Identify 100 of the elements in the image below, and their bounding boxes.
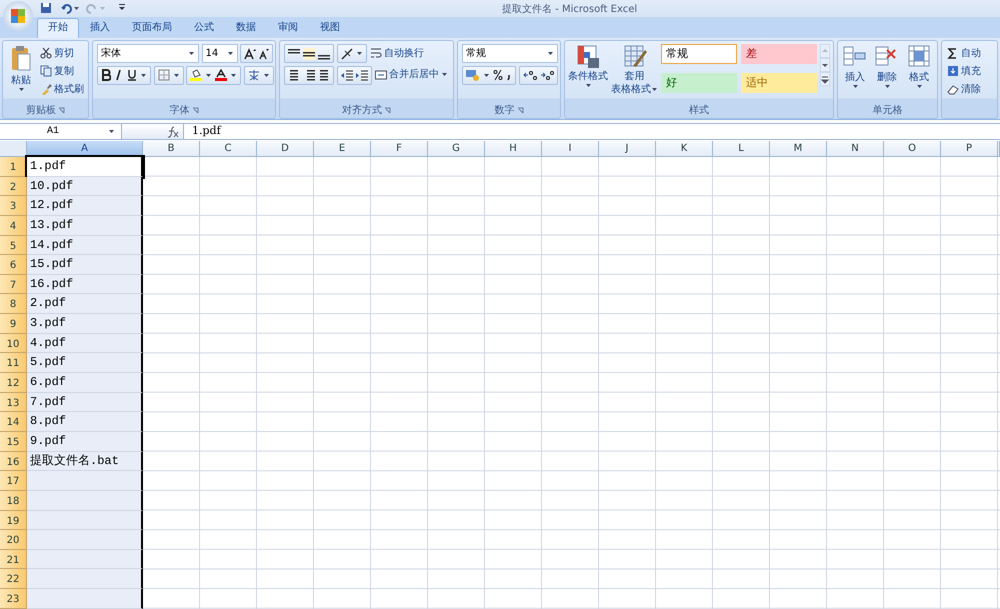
table-cell[interactable]: 15.pdf — [27, 255, 143, 275]
row-header[interactable]: 10 — [0, 334, 27, 354]
row-header[interactable]: 23 — [0, 589, 27, 609]
column-header[interactable]: D — [257, 141, 314, 157]
ribbon-tab[interactable]: 视图 — [309, 18, 351, 38]
align-right-icon[interactable] — [318, 69, 330, 81]
number-format-field[interactable]: 常规 — [462, 44, 558, 63]
row-header[interactable]: 12 — [0, 373, 27, 393]
row-header[interactable]: 21 — [0, 550, 27, 570]
row-header[interactable]: 6 — [0, 255, 27, 275]
table-cell[interactable]: 4.pdf — [27, 334, 143, 354]
row-header[interactable]: 20 — [0, 530, 27, 550]
row-header[interactable]: 4 — [0, 216, 27, 236]
table-cell[interactable] — [27, 550, 143, 570]
column-header[interactable]: B — [143, 141, 200, 157]
column-header[interactable]: E — [314, 141, 371, 157]
table-cell[interactable]: 8.pdf — [27, 412, 143, 432]
column-header[interactable]: F — [371, 141, 428, 157]
ribbon-tab[interactable]: 页面布局 — [121, 18, 183, 38]
currency-icon[interactable] — [466, 69, 480, 81]
ribbon-tab[interactable]: 数据 — [225, 18, 267, 38]
table-cell[interactable] — [27, 569, 143, 590]
table-cell[interactable]: 14.pdf — [27, 236, 143, 256]
column-header[interactable]: N — [827, 141, 884, 157]
table-cell[interactable]: 13.pdf — [27, 216, 143, 236]
function-icon[interactable] — [167, 126, 179, 138]
row-header[interactable]: 13 — [0, 392, 27, 412]
shrink-font-icon[interactable] — [259, 48, 269, 60]
ribbon-tab[interactable]: 审阅 — [267, 18, 309, 38]
cell-style-swatch[interactable]: 适中 — [741, 73, 817, 93]
table-cell[interactable]: 12.pdf — [27, 196, 143, 216]
row-header[interactable]: 9 — [0, 314, 27, 334]
table-cell[interactable]: 10.pdf — [27, 176, 143, 196]
merge-center-button[interactable]: 合并后居中 — [374, 66, 449, 84]
toolbar-button[interactable]: 格式刷 — [39, 80, 85, 98]
row-header[interactable]: 16 — [0, 452, 27, 472]
underline-icon[interactable] — [127, 69, 137, 81]
row-header[interactable]: 19 — [0, 510, 27, 530]
row-header[interactable]: 5 — [0, 236, 27, 256]
increase-indent-icon[interactable] — [356, 69, 368, 81]
cells-button[interactable]: 删除 — [872, 44, 902, 100]
row-header[interactable]: 2 — [0, 176, 27, 196]
column-header[interactable]: P — [941, 141, 998, 157]
row-header[interactable]: 15 — [0, 432, 27, 452]
dialog-launcher-icon[interactable] — [192, 107, 199, 114]
decrease-decimal-icon[interactable] — [540, 69, 554, 81]
undo-icon[interactable] — [60, 2, 80, 14]
column-header[interactable]: L — [713, 141, 770, 157]
percent-icon[interactable] — [493, 69, 503, 81]
font-name-field[interactable]: 宋体 — [97, 44, 199, 63]
table-cell[interactable] — [27, 589, 143, 609]
align-middle-icon[interactable] — [303, 48, 315, 60]
font-size-field[interactable]: 14 — [202, 44, 238, 63]
conditional-format-button[interactable]: 条件格式 — [568, 44, 608, 100]
increase-decimal-icon[interactable] — [522, 69, 536, 81]
paste-button[interactable]: 粘贴 — [7, 44, 35, 100]
dialog-launcher-icon[interactable] — [384, 107, 392, 114]
bold-icon[interactable] — [101, 69, 111, 81]
save-icon[interactable] — [40, 2, 52, 14]
table-cell[interactable]: 3.pdf — [27, 314, 143, 334]
format-table-button[interactable]: 套用 表格格式 — [611, 44, 658, 100]
column-header[interactable]: H — [485, 141, 542, 157]
column-header[interactable]: G — [428, 141, 485, 157]
toolbar-button[interactable]: 清除 — [946, 80, 982, 98]
formula-text[interactable]: 1.pdf — [184, 123, 221, 140]
cells-button[interactable]: 格式 — [904, 44, 934, 100]
scroll-down-icon[interactable] — [820, 58, 830, 72]
orientation-icon[interactable] — [340, 48, 352, 60]
dialog-launcher-icon[interactable] — [58, 107, 66, 114]
table-cell[interactable]: 5.pdf — [27, 353, 143, 374]
grow-font-icon[interactable] — [244, 48, 256, 60]
row-header[interactable]: 17 — [0, 471, 27, 491]
phonetic-icon[interactable] — [248, 69, 260, 81]
row-header[interactable]: 14 — [0, 412, 27, 432]
table-cell[interactable]: 1.pdf — [27, 157, 143, 177]
ribbon-tab[interactable]: 开始 — [37, 18, 79, 38]
cell-style-swatch[interactable]: 常规 — [661, 44, 737, 64]
toolbar-button[interactable]: 自动 — [946, 44, 982, 62]
row-header[interactable]: 18 — [0, 490, 27, 511]
ribbon-tab[interactable]: 插入 — [79, 18, 121, 38]
table-cell[interactable] — [27, 530, 143, 550]
column-header[interactable]: I — [542, 141, 599, 157]
cell-style-swatch[interactable]: 好 — [661, 73, 737, 93]
table-cell[interactable]: 16.pdf — [27, 274, 143, 294]
table-cell[interactable]: 9.pdf — [27, 432, 143, 452]
table-cell[interactable]: 7.pdf — [27, 392, 143, 412]
decrease-indent-icon[interactable] — [340, 69, 352, 81]
column-header[interactable]: K — [656, 141, 713, 157]
cell-style-swatch[interactable]: 差 — [741, 44, 817, 64]
wrap-text-button[interactable]: 自动换行 — [369, 44, 425, 62]
column-header[interactable]: J — [599, 141, 656, 157]
row-header[interactable]: 1 — [0, 157, 27, 177]
table-cell[interactable] — [27, 471, 143, 491]
borders-icon[interactable] — [158, 69, 170, 81]
gallery-more-icon[interactable] — [820, 72, 830, 86]
font-color-icon[interactable] — [215, 69, 227, 81]
toolbar-button[interactable]: 填充 — [946, 62, 982, 80]
row-header[interactable]: 22 — [0, 569, 27, 590]
table-cell[interactable]: 6.pdf — [27, 373, 143, 393]
align-left-icon[interactable] — [288, 69, 300, 81]
